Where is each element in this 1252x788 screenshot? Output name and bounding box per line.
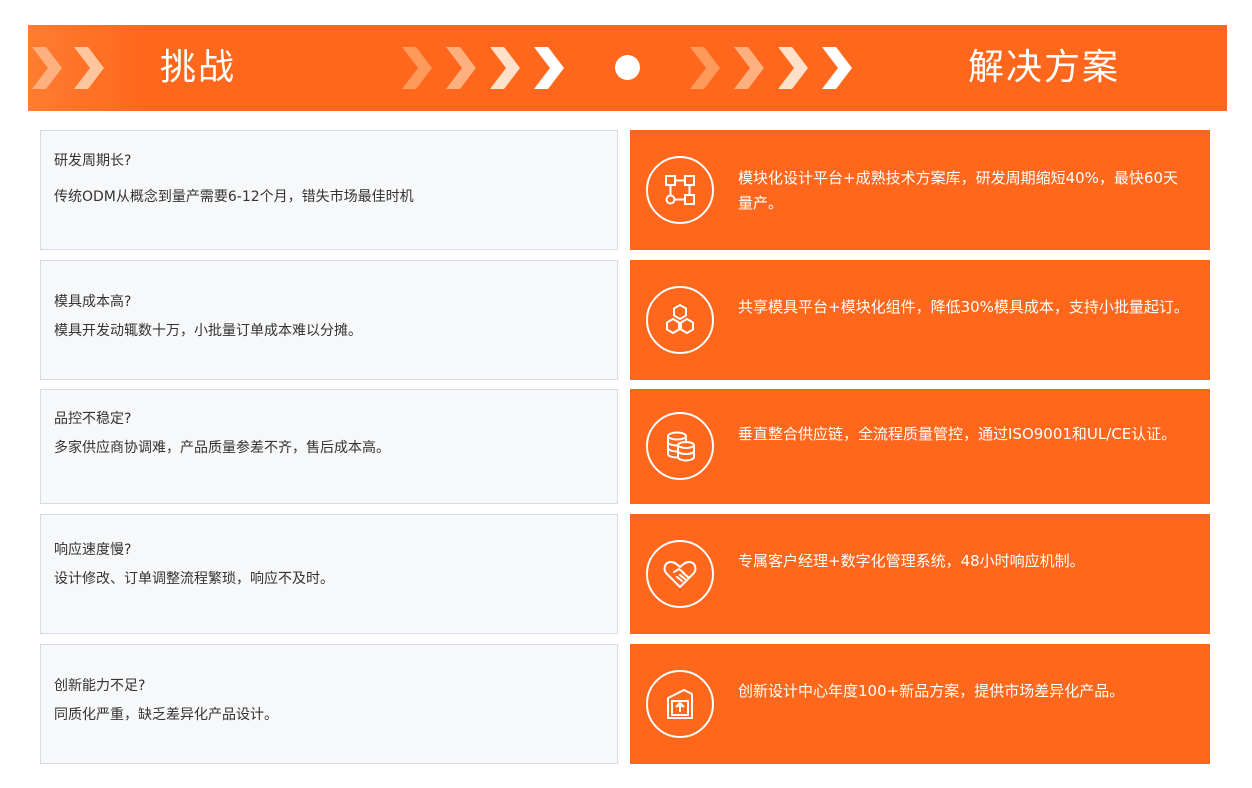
solution-card: 垂直整合供应链，全流程质量管控，通过ISO9001和UL/CE认证。 <box>630 389 1210 504</box>
hexagons-icon <box>646 286 714 354</box>
challenge-card: 创新能力不足? 同质化严重，缺乏差异化产品设计。 <box>40 644 618 764</box>
challenge-question: 响应速度慢? <box>54 542 132 558</box>
solution-card: 创新设计中心年度100+新品方案，提供市场差异化产品。 <box>630 644 1210 764</box>
flowchart-icon <box>646 156 714 224</box>
solution-text: 模块化设计平台+成熟技术方案库，研发周期缩短40%，最快60天量产。 <box>738 169 1178 212</box>
challenge-description: 传统ODM从概念到量产需要6-12个月，错失市场最佳时机 <box>54 189 414 205</box>
challenge-card: 响应速度慢? 设计修改、订单调整流程繁琐，响应不及时。 <box>40 514 618 634</box>
chevron-right-icon <box>734 47 764 89</box>
solution-text: 共享模具平台+模块化组件，降低30%模具成本，支持小批量起订。 <box>738 298 1189 316</box>
solution-title: 解决方案 <box>968 47 1121 88</box>
challenge-description: 设计修改、订单调整流程繁琐，响应不及时。 <box>54 571 334 587</box>
challenge-question: 创新能力不足? <box>54 678 146 694</box>
solution-card: 专属客户经理+数字化管理系统，48小时响应机制。 <box>630 514 1210 634</box>
page: 挑战 解决方案 研发周期长? 传统ODM从概念到量产需要6-12个月，错失市场最… <box>0 0 1252 788</box>
solution-text: 垂直整合供应链，全流程质量管控，通过ISO9001和UL/CE认证。 <box>738 425 1177 443</box>
chevron-right-icon <box>690 47 720 89</box>
challenge-card: 研发周期长? 传统ODM从概念到量产需要6-12个月，错失市场最佳时机 <box>40 130 618 250</box>
challenge-card: 品控不稳定? 多家供应商协调难，产品质量参差不齐，售后成本高。 <box>40 389 618 504</box>
chevron-right-icon <box>446 47 476 89</box>
chevron-right-icon <box>74 47 104 89</box>
chevron-right-icon <box>32 47 62 89</box>
challenge-question: 品控不稳定? <box>54 411 132 427</box>
database-icon <box>646 412 714 480</box>
heart-handshake-icon <box>646 540 714 608</box>
upload-box-icon <box>646 670 714 738</box>
center-dot <box>615 55 640 80</box>
chevron-right-icon <box>778 47 808 89</box>
chevron-right-icon <box>490 47 520 89</box>
challenge-question: 研发周期长? <box>54 153 132 169</box>
challenge-description: 同质化严重，缺乏差异化产品设计。 <box>54 707 278 723</box>
solution-card: 共享模具平台+模块化组件，降低30%模具成本，支持小批量起订。 <box>630 260 1210 380</box>
challenge-description: 多家供应商协调难，产品质量参差不齐，售后成本高。 <box>54 440 390 456</box>
solution-text: 专属客户经理+数字化管理系统，48小时响应机制。 <box>738 552 1085 570</box>
challenge-title: 挑战 <box>160 47 237 88</box>
chevron-right-icon <box>402 47 432 89</box>
solution-card: 模块化设计平台+成熟技术方案库，研发周期缩短40%，最快60天量产。 <box>630 130 1210 250</box>
chevron-right-icon <box>822 47 852 89</box>
challenge-question: 模具成本高? <box>54 294 132 310</box>
solution-text: 创新设计中心年度100+新品方案，提供市场差异化产品。 <box>738 682 1125 700</box>
challenge-card: 模具成本高? 模具开发动辄数十万，小批量订单成本难以分摊。 <box>40 260 618 380</box>
chevron-right-icon <box>534 47 564 89</box>
challenge-description: 模具开发动辄数十万，小批量订单成本难以分摊。 <box>54 323 362 339</box>
header-banner: 挑战 解决方案 <box>28 25 1227 111</box>
